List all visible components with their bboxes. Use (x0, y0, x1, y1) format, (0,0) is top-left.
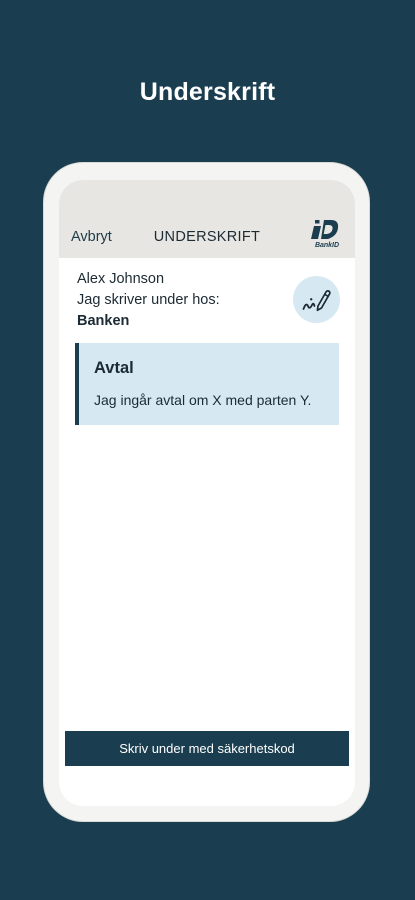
signer-info: Alex Johnson Jag skriver under hos: Bank… (77, 269, 277, 332)
signer-name: Alex Johnson (77, 271, 165, 287)
hero-title: Underskrift (139, 78, 276, 106)
phone-screen: Avbryt UNDERSKRIFT BankID Alex Johnson J… (59, 180, 355, 806)
agreement-heading: Avtal (94, 359, 134, 377)
agreement-text: Jag ingår avtal om X med parten Y. (94, 392, 312, 408)
signature-pen-icon (293, 276, 340, 323)
signer-intro: Jag skriver under hos: (77, 292, 220, 308)
agreement-card: Avtal Jag ingår avtal om X med parten Y. (75, 343, 339, 425)
signer-organization: Banken (77, 313, 130, 329)
sign-with-code-button[interactable]: Skriv under med säkerhetskod (65, 731, 349, 766)
phone-frame: Avbryt UNDERSKRIFT BankID Alex Johnson J… (43, 162, 370, 822)
bankid-logo: BankID (311, 218, 343, 250)
navigation-bar: Avbryt UNDERSKRIFT BankID (59, 180, 355, 258)
bankid-logo-text: BankID (315, 242, 339, 249)
